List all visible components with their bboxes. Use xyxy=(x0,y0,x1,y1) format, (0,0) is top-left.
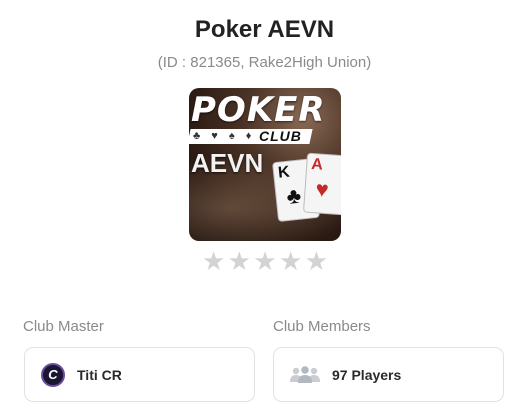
logo-brand-text: POKER xyxy=(191,90,326,130)
club-master-card[interactable]: C Titi CR xyxy=(24,347,255,402)
avatar: C xyxy=(41,362,65,387)
club-members-card[interactable]: 97 Players xyxy=(273,347,504,402)
rating-stars[interactable]: ★ ★ ★ ★ ★ xyxy=(202,248,328,274)
star-icon[interactable]: ★ xyxy=(253,248,276,274)
star-icon[interactable]: ★ xyxy=(202,248,225,274)
logo-suits: ♣ ♥ ♠ ♦ xyxy=(193,130,256,142)
club-master-label: Club Master xyxy=(23,318,104,335)
club-subtitle: (ID : 821365, Rake2High Union) xyxy=(157,54,372,71)
card-rank: K xyxy=(277,163,291,182)
club-title: Poker AEVN xyxy=(194,16,335,43)
card-rank: A xyxy=(310,155,324,174)
club-logo: POKER ♣ ♥ ♠ ♦ CLUB AEVN K ♣ A ♥ xyxy=(189,88,341,241)
star-icon[interactable]: ★ xyxy=(305,248,328,274)
heart-suit-icon: ♥ xyxy=(314,176,330,203)
club-master-name: Titi CR xyxy=(77,366,122,383)
star-icon[interactable]: ★ xyxy=(279,248,302,274)
club-members-label: Club Members xyxy=(273,318,371,335)
logo-name-text: AEVN xyxy=(191,148,264,178)
club-members-count: 97 Players xyxy=(332,366,402,383)
logo-club-text: CLUB xyxy=(259,128,302,144)
group-icon xyxy=(290,365,320,384)
star-icon[interactable]: ★ xyxy=(228,248,251,274)
avatar-letter: C xyxy=(48,367,58,382)
club-suit-icon: ♣ xyxy=(285,182,303,209)
logo-card-ace: A ♥ xyxy=(302,152,341,216)
